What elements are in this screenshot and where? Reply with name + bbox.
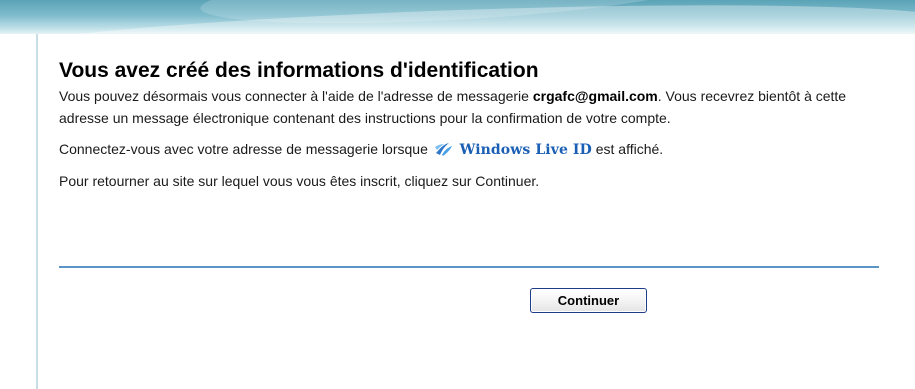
windows-live-id-label: Windows Live ID bbox=[459, 142, 592, 158]
continue-button[interactable]: Continuer bbox=[530, 288, 647, 313]
page: Vous avez créé des informations d'identi… bbox=[0, 0, 915, 389]
top-banner bbox=[0, 0, 915, 34]
email-address: crgafc@gmail.com bbox=[532, 88, 658, 104]
left-border bbox=[36, 34, 38, 389]
page-title: Vous avez créé des informations d'identi… bbox=[59, 59, 539, 82]
confirmation-text-start: Vous pouvez désormais vous connecter à l… bbox=[59, 88, 533, 104]
windows-live-icon bbox=[434, 141, 454, 157]
sign-in-paragraph: Connectez-vous avec votre adresse de mes… bbox=[59, 138, 879, 161]
sign-in-text-start: Connectez-vous avec votre adresse de mes… bbox=[59, 141, 432, 157]
return-paragraph: Pour retourner au site sur lequel vous v… bbox=[59, 173, 540, 189]
main-content: Vous avez créé des informations d'identi… bbox=[59, 58, 879, 192]
divider bbox=[59, 266, 879, 268]
confirmation-paragraph: Vous pouvez désormais vous connecter à l… bbox=[59, 85, 879, 129]
sign-in-text-end: est affiché. bbox=[591, 141, 664, 157]
